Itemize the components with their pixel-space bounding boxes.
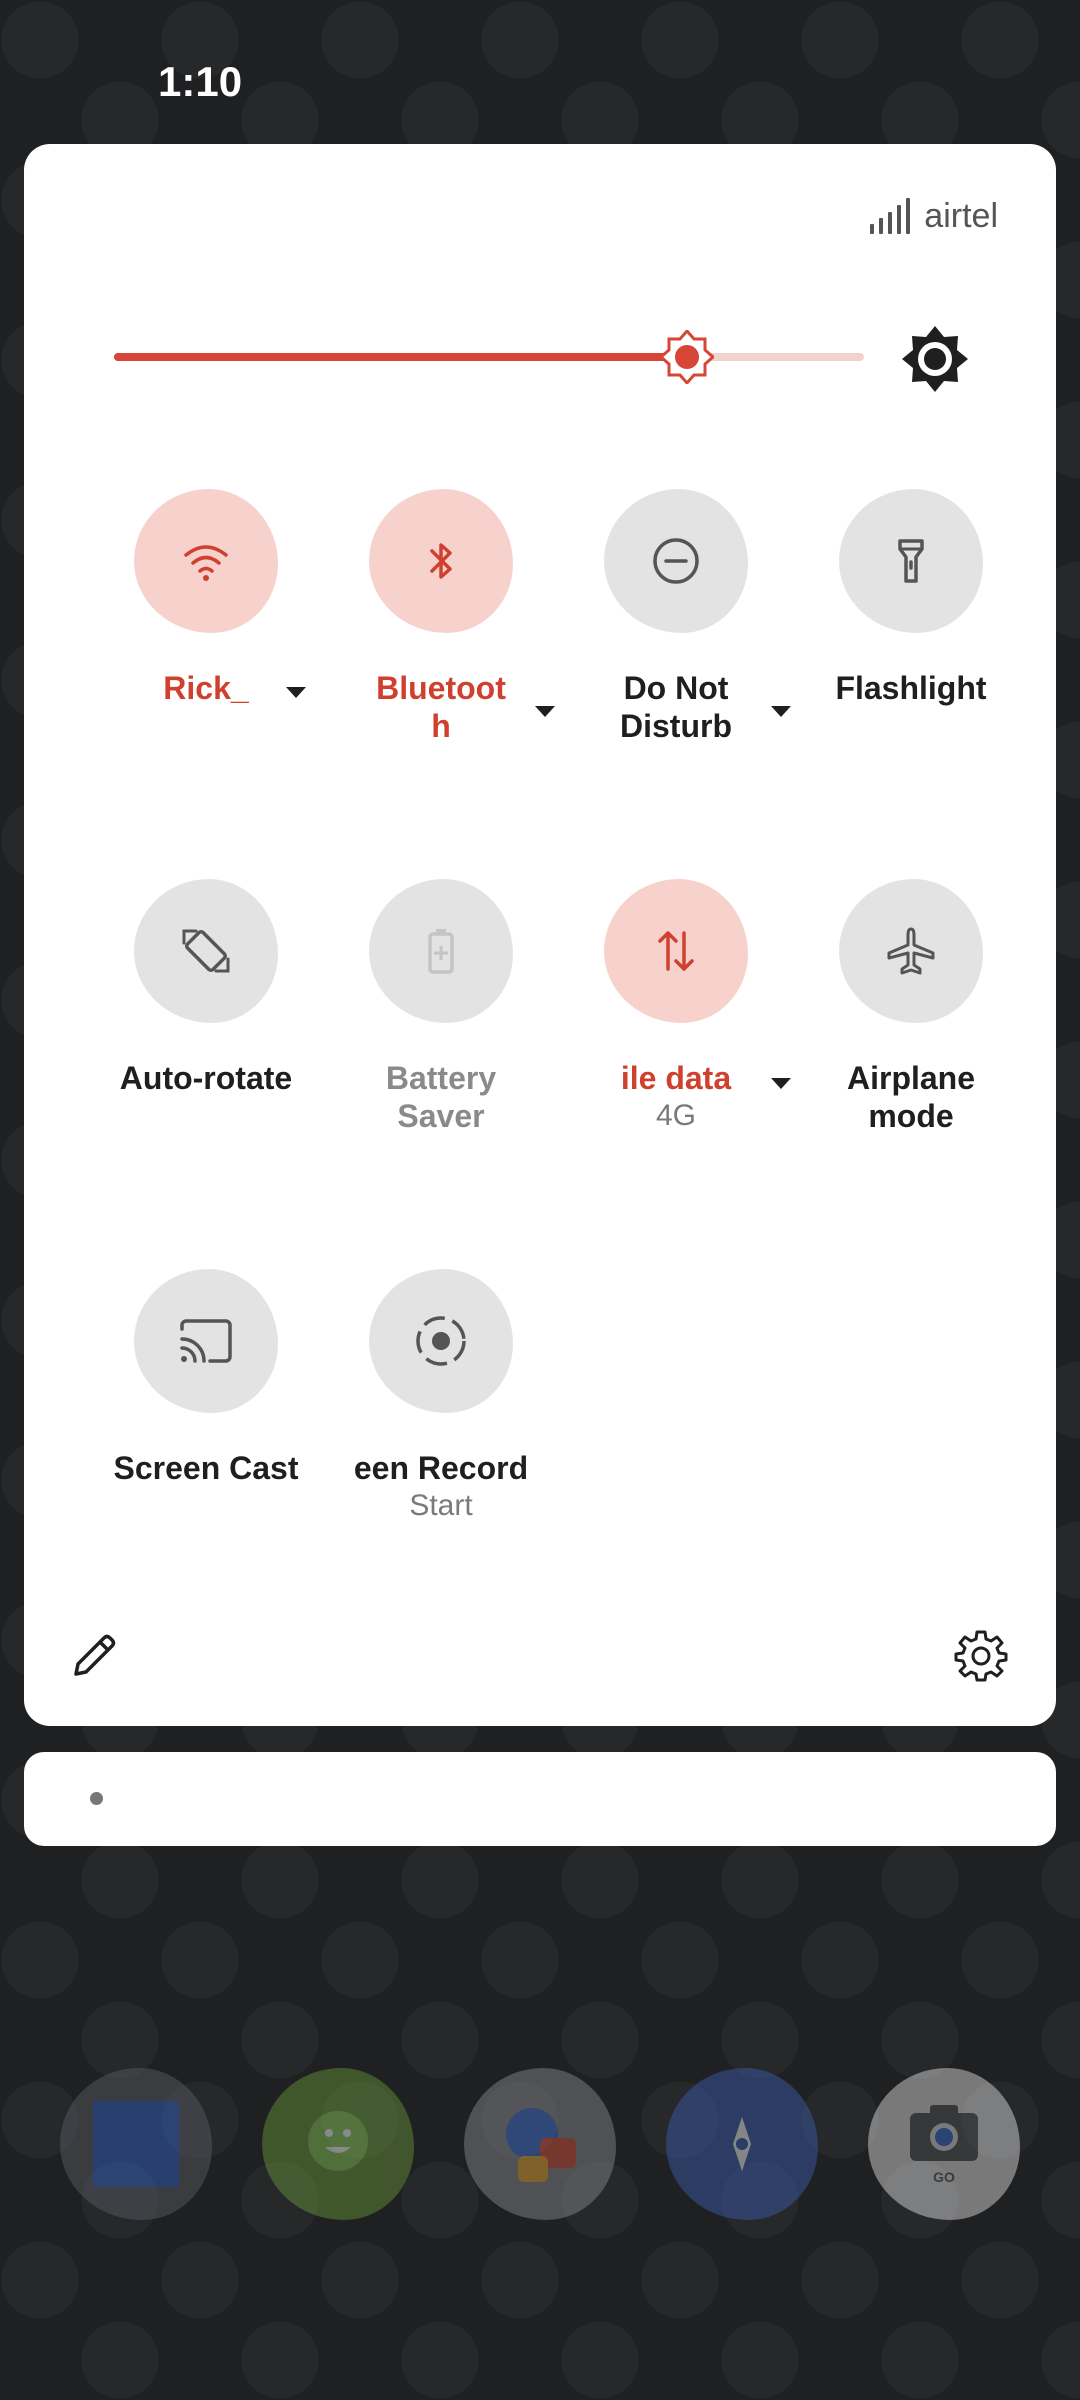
carrier-indicator: airtel bbox=[870, 194, 998, 238]
dnd-menu-caret-icon[interactable] bbox=[771, 706, 791, 717]
carrier-name: airtel bbox=[924, 196, 998, 235]
blue-square-app-icon[interactable] bbox=[60, 2068, 212, 2220]
mobile-data-menu-caret-icon[interactable] bbox=[771, 1078, 791, 1089]
tile-bluetooth[interactable]: Bluetoot h bbox=[335, 489, 547, 745]
mobile-data-icon bbox=[658, 931, 694, 971]
tile-bluetooth-button[interactable] bbox=[369, 489, 513, 633]
brightness-slider-thumb[interactable] bbox=[660, 330, 714, 384]
brightness-icon[interactable] bbox=[900, 324, 970, 394]
tile-screen-cast[interactable]: Screen Cast bbox=[100, 1269, 312, 1487]
camera-go-glyph: GO bbox=[894, 2099, 994, 2189]
tile-screen-record[interactable]: een Record Start bbox=[335, 1269, 547, 1523]
tile-battery-saver-button[interactable] bbox=[369, 879, 513, 1023]
tile-mobile-data-label: ile data bbox=[620, 1060, 732, 1096]
wifi-icon bbox=[184, 545, 228, 581]
brightness-slider-fill bbox=[114, 353, 684, 361]
tile-do-not-disturb[interactable]: Do Not Disturb bbox=[570, 489, 782, 745]
bluetooth-menu-caret-icon[interactable] bbox=[535, 706, 555, 717]
settings-gear-icon[interactable] bbox=[954, 1628, 1008, 1682]
screen-record-icon bbox=[416, 1316, 466, 1366]
quick-settings-panel: airtel Rick_ Bluetoot h Do Not Disturb F… bbox=[24, 144, 1056, 1726]
camera-go-badge: GO bbox=[933, 2169, 955, 2185]
notification-dot-icon bbox=[90, 1792, 103, 1805]
tile-autorotate-label: Auto-rotate bbox=[119, 1060, 293, 1096]
notification-bar[interactable] bbox=[24, 1752, 1056, 1846]
tile-flashlight-button[interactable] bbox=[839, 489, 983, 633]
tile-screen-record-button[interactable] bbox=[369, 1269, 513, 1413]
duo-app-icon[interactable] bbox=[464, 2068, 616, 2220]
tile-wifi-button[interactable] bbox=[134, 489, 278, 633]
tile-autorotate-button[interactable] bbox=[134, 879, 278, 1023]
bluetooth-icon bbox=[430, 543, 452, 579]
tile-mobile-data-button[interactable] bbox=[604, 879, 748, 1023]
signal-strength-icon bbox=[870, 198, 911, 234]
flashlight-icon bbox=[898, 539, 924, 583]
auto-rotate-icon bbox=[182, 929, 230, 973]
edit-pencil-icon[interactable] bbox=[70, 1630, 120, 1680]
tile-screen-record-label: een Record bbox=[353, 1450, 529, 1486]
tile-battery-saver[interactable]: Battery Saver bbox=[335, 879, 547, 1135]
tile-battery-saver-label: Battery Saver bbox=[385, 1060, 497, 1134]
tile-bluetooth-label: Bluetoot h bbox=[376, 670, 506, 744]
tile-airplane-button[interactable] bbox=[839, 879, 983, 1023]
tile-mobile-data[interactable]: ile data 4G bbox=[570, 879, 782, 1133]
tile-auto-rotate[interactable]: Auto-rotate bbox=[100, 879, 312, 1097]
wifi-menu-caret-icon[interactable] bbox=[286, 687, 306, 698]
maps-go-glyph bbox=[733, 2117, 751, 2171]
tile-dnd-label: Do Not Disturb bbox=[620, 670, 732, 744]
status-time: 1:10 bbox=[158, 58, 243, 105]
tile-airplane-label: Airplane mode bbox=[846, 1060, 976, 1134]
tile-screen-cast-button[interactable] bbox=[134, 1269, 278, 1413]
maps-go-app-icon[interactable] bbox=[666, 2068, 818, 2220]
camera-glyph bbox=[910, 2105, 978, 2161]
messages-smile-glyph bbox=[308, 2111, 368, 2171]
tile-screen-record-subtitle: Start bbox=[409, 1489, 473, 1522]
tile-flashlight-label: Flashlight bbox=[835, 670, 987, 706]
camera-go-app-icon[interactable]: GO bbox=[868, 2068, 1020, 2220]
tile-wifi[interactable]: Rick_ bbox=[100, 489, 312, 707]
screen-cast-icon bbox=[180, 1319, 232, 1363]
tile-mobile-data-subtitle: 4G bbox=[655, 1099, 697, 1132]
duo-glyph bbox=[506, 2108, 576, 2182]
tile-wifi-label: Rick_ bbox=[163, 670, 249, 706]
tile-screen-cast-label: Screen Cast bbox=[113, 1450, 299, 1486]
tile-flashlight[interactable]: Flashlight bbox=[805, 489, 1017, 707]
messages-app-icon[interactable] bbox=[262, 2068, 414, 2220]
tile-airplane-mode[interactable]: Airplane mode bbox=[805, 879, 1017, 1135]
battery-saver-icon bbox=[428, 929, 454, 974]
airplane-icon bbox=[887, 927, 935, 975]
do-not-disturb-icon bbox=[653, 538, 699, 584]
brightness-slider[interactable] bbox=[114, 353, 864, 361]
tile-dnd-button[interactable] bbox=[604, 489, 748, 633]
